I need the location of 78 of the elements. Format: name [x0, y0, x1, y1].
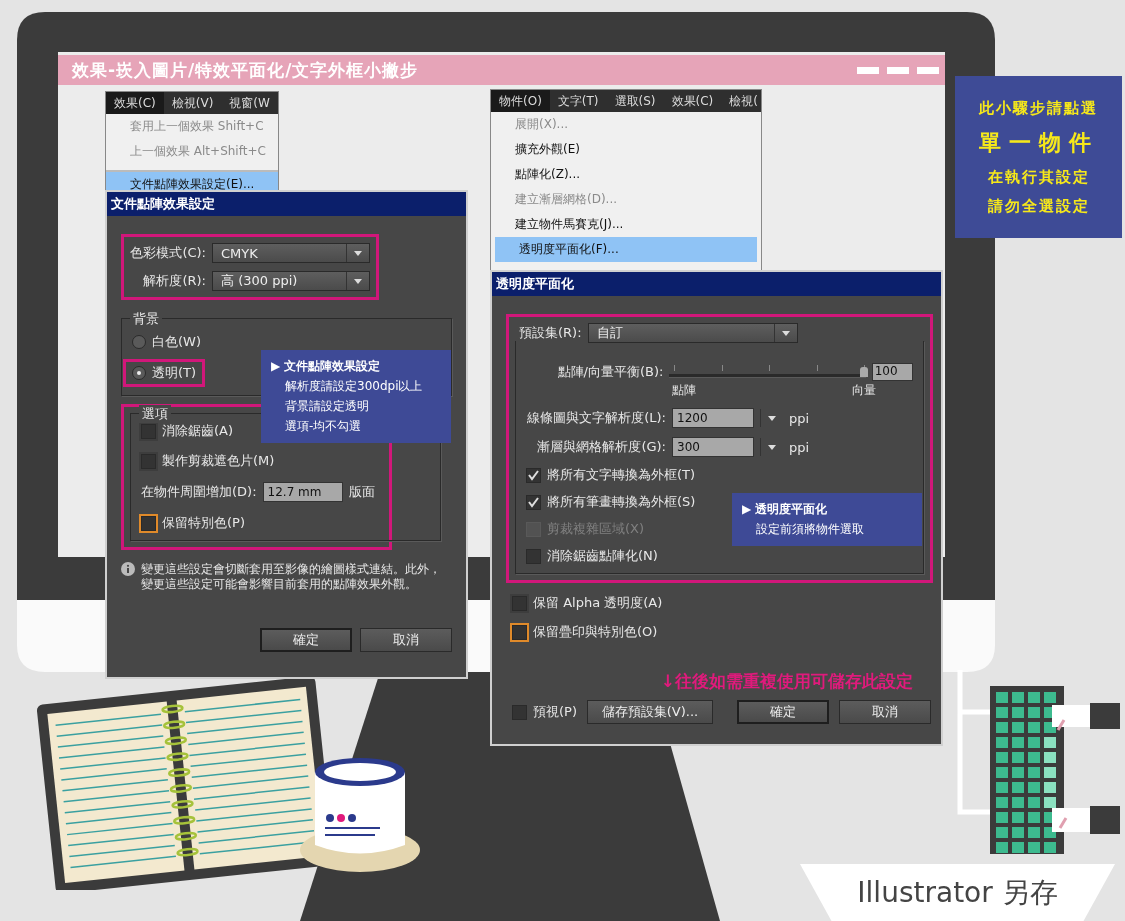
- footer-text: Illustrator 另存: [857, 874, 1058, 911]
- menu-bar-item[interactable]: 效果(C): [663, 90, 722, 112]
- note-text: 請勿全選設定: [987, 196, 1090, 216]
- menu-item[interactable]: 透明度平面化(F)...: [495, 237, 757, 262]
- checkbox[interactable]: [526, 467, 541, 483]
- option-label: 透明(T): [152, 364, 197, 382]
- menu-bar-item[interactable]: 檢視(V): [163, 92, 222, 114]
- unit-label: 版面: [348, 483, 375, 501]
- note-text: 在執行其設定: [987, 167, 1090, 187]
- field-label: 色彩模式(C):: [130, 244, 206, 262]
- dropdown[interactable]: 自訂: [587, 323, 798, 343]
- dialog-title: 透明度平面化: [492, 272, 941, 296]
- option-label: 白色(W): [152, 333, 201, 351]
- checkmark-icon: [528, 496, 539, 508]
- dropdown[interactable]: 高 (300 ppi): [212, 271, 370, 291]
- input-field[interactable]: 100: [871, 363, 913, 381]
- menu-item[interactable]: 點陣化(Z)...: [491, 162, 761, 187]
- title-text: 效果-崁入圖片/特效平面化/文字外框小撇步: [72, 58, 419, 82]
- unit-label: ppi: [789, 439, 810, 455]
- menu-bar-item[interactable]: 檢視(: [721, 90, 766, 112]
- checkbox[interactable]: [512, 704, 527, 720]
- menu-bar-item[interactable]: 效果(C): [106, 92, 164, 114]
- radio-button[interactable]: [132, 366, 146, 380]
- group-title: 背景: [130, 310, 162, 328]
- input-field[interactable]: 300: [672, 437, 754, 457]
- dialog-button[interactable]: 確定: [260, 628, 352, 652]
- hint-text: ↓往後如需重複使用可儲存此設定: [660, 670, 913, 693]
- field-label: 預設集(R):: [519, 324, 582, 342]
- callout-title: ▶ 透明度平面化: [742, 501, 829, 518]
- option-label: 保留疊印與特別色(O): [533, 623, 658, 641]
- callout-text: 選項-均不勾選: [284, 418, 363, 435]
- window-control-icon: [887, 66, 909, 74]
- option-label: 將所有筆畫轉換為外框(S): [547, 493, 696, 511]
- menu-item[interactable]: 擴充外觀(E): [491, 137, 761, 162]
- option-label: 消除鋸齒(A): [162, 422, 234, 440]
- window-control-icon: [857, 66, 879, 74]
- option-label: 保留 Alpha 透明度(A): [533, 594, 663, 612]
- dropdown[interactable]: CMYK: [212, 243, 370, 263]
- slider-thumb[interactable]: [860, 367, 869, 377]
- menu-bar-item[interactable]: 視窗(W: [221, 92, 278, 114]
- option-label: 消除鋸齒點陣化(N): [547, 547, 658, 565]
- callout-title: ▶ 文件點陣效果設定: [271, 358, 382, 375]
- callout-text: 背景請設定透明: [284, 398, 370, 415]
- info-text: 變更這些設定會切斷套用至影像的繪圖樣式連結。此外，變更這些設定可能會影響目前套用的點陣效果外觀。: [141, 562, 442, 592]
- group-title: 選項: [139, 405, 171, 423]
- menu-bar-item[interactable]: 文字(T): [549, 90, 607, 112]
- checkbox[interactable]: [526, 548, 541, 564]
- option-label: 製作剪裁遮色片(M): [162, 452, 275, 470]
- field-label: 在物件周圍增加(D):: [141, 483, 257, 501]
- window-control-icon: [917, 66, 939, 74]
- field-label: 線條圖與文字解析度(L):: [526, 409, 666, 427]
- note-text: 此小驟步請點選: [979, 98, 1098, 118]
- option-label: 預視(P): [533, 703, 577, 721]
- menu-bar-item[interactable]: 選取(S): [606, 90, 664, 112]
- slider-max-label: 向量: [852, 382, 876, 399]
- menu-bar-item[interactable]: 物件(O): [491, 90, 550, 112]
- option-label: 保留特別色(P): [162, 514, 245, 532]
- unit-label: ppi: [789, 410, 810, 426]
- menu-item[interactable]: 建立物件馬賽克(J)...: [491, 212, 761, 237]
- checkbox[interactable]: [526, 494, 541, 510]
- input-field[interactable]: 12.7 mm: [262, 482, 343, 502]
- note-text: 單一物件: [978, 128, 1099, 157]
- slider-min-label: 點陣: [672, 382, 696, 399]
- callout-text: 解析度請設定300dpi以上: [284, 378, 424, 395]
- dialog-button[interactable]: 取消: [360, 628, 452, 652]
- callout-text: 設定前須將物件選取: [755, 521, 865, 538]
- field-label: 解析度(R):: [142, 272, 206, 290]
- dialog-button[interactable]: 儲存預設集(V)...: [587, 700, 713, 724]
- option-label: 將所有文字轉換為外框(T): [547, 466, 696, 484]
- field-label: 漸層與網格解析度(G):: [536, 438, 666, 456]
- radio-button[interactable]: [132, 335, 146, 349]
- dialog-button[interactable]: 確定: [737, 700, 829, 724]
- field-label: 點陣/向量平衡(B):: [556, 363, 664, 381]
- input-field[interactable]: 1200: [672, 408, 754, 428]
- dialog-title: 文件點陣效果設定: [107, 192, 466, 216]
- checkmark-icon: [528, 469, 539, 481]
- info-icon: [121, 562, 135, 576]
- dialog-button[interactable]: 取消: [839, 700, 931, 724]
